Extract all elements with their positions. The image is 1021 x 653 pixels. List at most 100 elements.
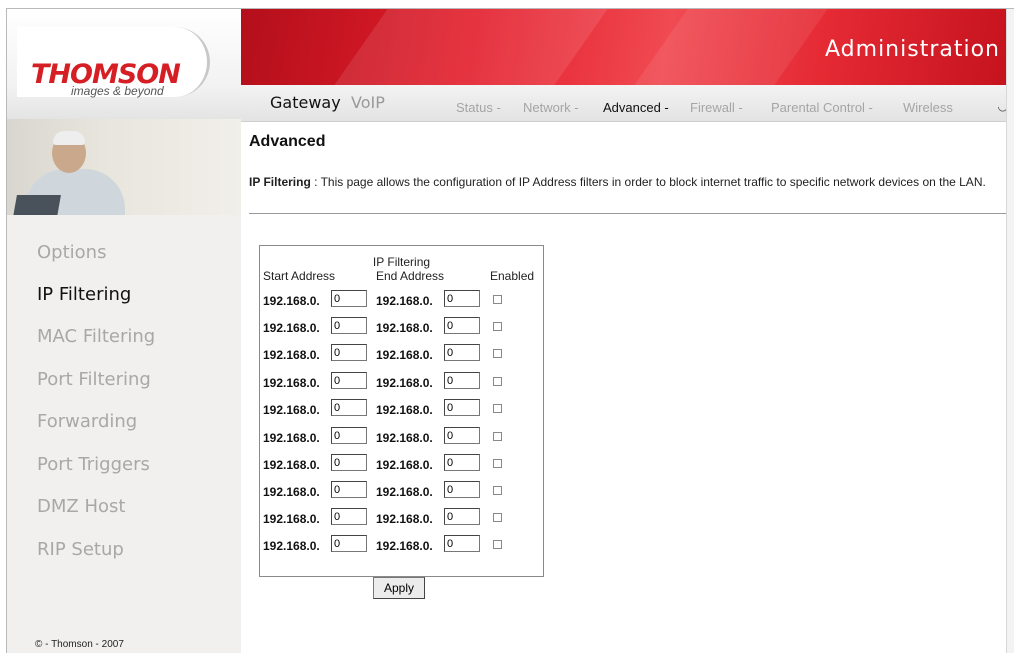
- copyright-text: © - Thomson - 2007: [35, 639, 124, 650]
- sidebar: [7, 215, 241, 653]
- start-address-input[interactable]: [331, 535, 367, 552]
- start-prefix: 192.168.0.: [263, 431, 320, 445]
- end-address-input[interactable]: [444, 535, 480, 552]
- end-prefix: 192.168.0.: [376, 294, 433, 308]
- enabled-checkbox[interactable]: [493, 459, 502, 468]
- sidebar-item-port-filtering[interactable]: Port Filtering: [37, 369, 151, 390]
- enabled-checkbox[interactable]: [493, 349, 502, 358]
- start-prefix: 192.168.0.: [263, 294, 320, 308]
- top-navigation: Gateway VoIP Status - Network - Advanced…: [241, 85, 1014, 122]
- end-address-input[interactable]: [444, 427, 480, 444]
- end-address-input[interactable]: [444, 290, 480, 307]
- start-address-input[interactable]: [331, 454, 367, 471]
- column-header-end-address: End Address: [376, 269, 445, 283]
- enabled-checkbox[interactable]: [493, 404, 502, 413]
- page-header-title: Administration: [825, 37, 1000, 62]
- start-prefix: 192.168.0.: [263, 403, 320, 417]
- end-address-input[interactable]: [444, 481, 480, 498]
- page-title: Advanced: [249, 133, 326, 150]
- table-caption: IP Filtering: [372, 255, 431, 269]
- start-prefix: 192.168.0.: [263, 458, 320, 472]
- ip-filtering-table: IP Filtering Start Address End Address E…: [259, 245, 544, 577]
- end-address-input[interactable]: [444, 508, 480, 525]
- divider: [249, 213, 1014, 214]
- subnav-firewall[interactable]: Firewall -: [690, 100, 743, 115]
- table-row: 192.168.0. 192.168.0.: [260, 343, 543, 365]
- start-address-input[interactable]: [331, 317, 367, 334]
- column-header-start-address: Start Address: [263, 269, 336, 283]
- logo-area: THOMSON images & beyond: [7, 9, 241, 119]
- start-address-input[interactable]: [331, 399, 367, 416]
- end-prefix: 192.168.0.: [376, 485, 433, 499]
- enabled-checkbox[interactable]: [493, 540, 502, 549]
- start-address-input[interactable]: [331, 481, 367, 498]
- table-row: 192.168.0. 192.168.0.: [260, 453, 543, 475]
- subnav-wireless[interactable]: Wireless: [903, 100, 953, 115]
- sidebar-item-dmz-host[interactable]: DMZ Host: [37, 496, 125, 517]
- browser-page: THOMSON images & beyond Options IP Filte…: [6, 8, 1014, 653]
- start-prefix: 192.168.0.: [263, 512, 320, 526]
- subnav-status[interactable]: Status -: [456, 100, 501, 115]
- sidebar-item-forwarding[interactable]: Forwarding: [37, 411, 137, 432]
- column-header-enabled: Enabled: [490, 269, 535, 283]
- vertical-scrollbar[interactable]: [1006, 9, 1014, 653]
- end-address-input[interactable]: [444, 454, 480, 471]
- start-prefix: 192.168.0.: [263, 321, 320, 335]
- user-photo: [7, 119, 241, 215]
- end-prefix: 192.168.0.: [376, 321, 433, 335]
- sidebar-item-port-triggers[interactable]: Port Triggers: [37, 454, 150, 475]
- end-prefix: 192.168.0.: [376, 539, 433, 553]
- photo-laptop: [13, 195, 61, 215]
- table-row: 192.168.0. 192.168.0.: [260, 289, 543, 311]
- enabled-checkbox[interactable]: [493, 377, 502, 386]
- table-row: 192.168.0. 192.168.0.: [260, 371, 543, 393]
- end-prefix: 192.168.0.: [376, 376, 433, 390]
- start-address-input[interactable]: [331, 508, 367, 525]
- subnav-network[interactable]: Network -: [523, 100, 579, 115]
- table-row: 192.168.0. 192.168.0.: [260, 316, 543, 338]
- enabled-checkbox[interactable]: [493, 295, 502, 304]
- banner-decoration: [634, 9, 828, 85]
- subnav-advanced[interactable]: Advanced -: [603, 100, 669, 115]
- end-prefix: 192.168.0.: [376, 431, 433, 445]
- description-label: IP Filtering: [249, 175, 311, 189]
- start-address-input[interactable]: [331, 344, 367, 361]
- tab-voip[interactable]: VoIP: [351, 93, 385, 112]
- start-address-input[interactable]: [331, 372, 367, 389]
- sidebar-item-ip-filtering[interactable]: IP Filtering: [37, 284, 131, 305]
- end-prefix: 192.168.0.: [376, 348, 433, 362]
- end-address-input[interactable]: [444, 344, 480, 361]
- tab-gateway[interactable]: Gateway: [270, 93, 341, 112]
- subnav-parental-control[interactable]: Parental Control -: [771, 100, 873, 115]
- start-prefix: 192.168.0.: [263, 348, 320, 362]
- end-address-input[interactable]: [444, 399, 480, 416]
- table-row: 192.168.0. 192.168.0.: [260, 426, 543, 448]
- start-address-input[interactable]: [331, 290, 367, 307]
- enabled-checkbox[interactable]: [493, 322, 502, 331]
- table-row: 192.168.0. 192.168.0.: [260, 398, 543, 420]
- end-address-input[interactable]: [444, 317, 480, 334]
- table-row: 192.168.0. 192.168.0.: [260, 507, 543, 529]
- end-prefix: 192.168.0.: [376, 403, 433, 417]
- enabled-checkbox[interactable]: [493, 513, 502, 522]
- enabled-checkbox[interactable]: [493, 432, 502, 441]
- sidebar-item-options[interactable]: Options: [37, 242, 106, 263]
- enabled-checkbox[interactable]: [493, 486, 502, 495]
- header-banner: Administration: [241, 9, 1014, 85]
- table-row: 192.168.0. 192.168.0.: [260, 480, 543, 502]
- start-prefix: 192.168.0.: [263, 539, 320, 553]
- start-address-input[interactable]: [331, 427, 367, 444]
- end-prefix: 192.168.0.: [376, 512, 433, 526]
- page-description: IP Filtering : This page allows the conf…: [249, 174, 999, 190]
- banner-decoration: [334, 9, 608, 85]
- description-text: : This page allows the configuration of …: [310, 175, 986, 189]
- sidebar-item-mac-filtering[interactable]: MAC Filtering: [37, 326, 155, 347]
- apply-button[interactable]: Apply: [373, 577, 425, 599]
- end-prefix: 192.168.0.: [376, 458, 433, 472]
- end-address-input[interactable]: [444, 372, 480, 389]
- brand-tagline: images & beyond: [71, 84, 164, 98]
- sidebar-item-rip-setup[interactable]: RIP Setup: [37, 539, 124, 560]
- photo-hair: [53, 131, 85, 145]
- start-prefix: 192.168.0.: [263, 376, 320, 390]
- table-row: 192.168.0. 192.168.0.: [260, 534, 543, 556]
